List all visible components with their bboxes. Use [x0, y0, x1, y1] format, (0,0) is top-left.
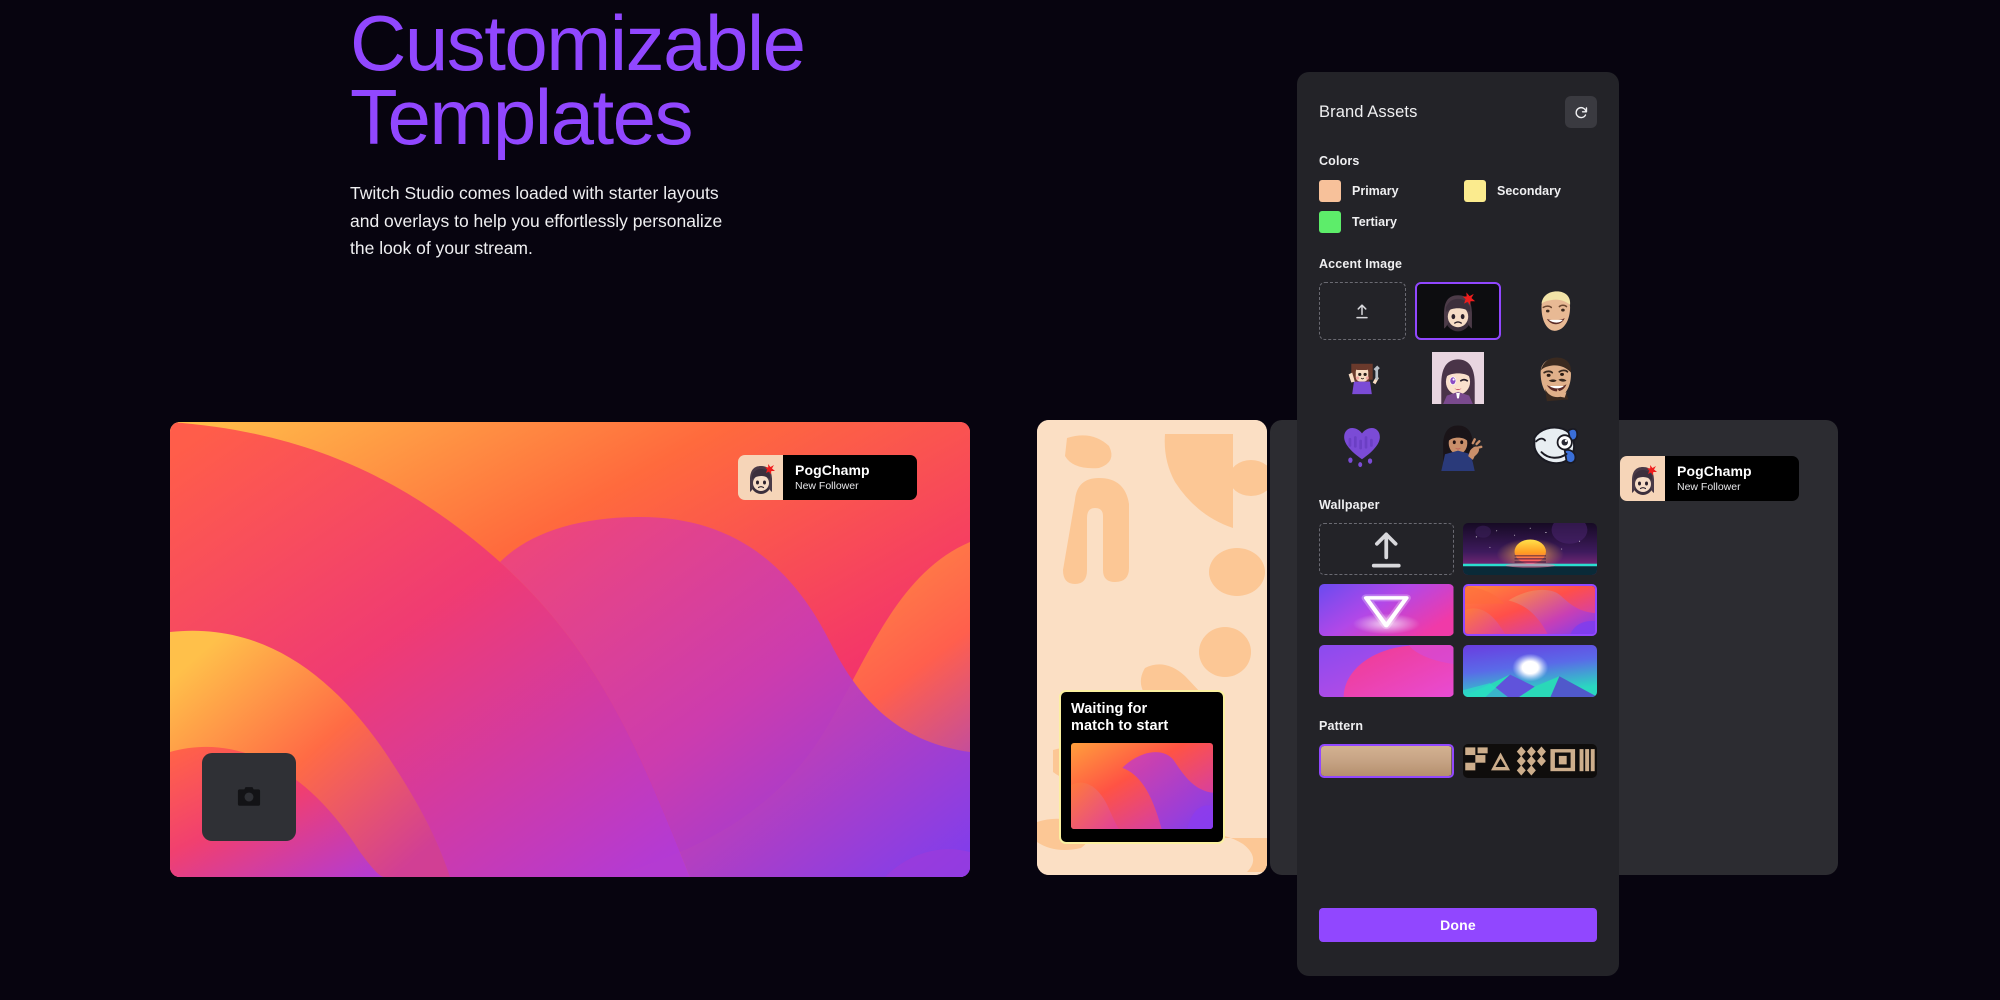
waving-woman-emote — [1441, 425, 1483, 471]
camera-icon — [237, 787, 261, 806]
alert-text: PogChamp New Follower — [783, 455, 917, 500]
color-item-primary[interactable]: Primary — [1319, 180, 1452, 202]
wallpaper-pink-purple-blob — [1319, 645, 1454, 697]
alert-text: PogChamp New Follower — [1665, 456, 1799, 501]
purple-drip-heart-emote — [1344, 428, 1381, 468]
alert-subtitle: New Follower — [1677, 480, 1741, 493]
waiting-card-title: Waiting for match to start — [1071, 701, 1169, 734]
bearded-man-emote — [1540, 357, 1571, 402]
wallpaper-grid — [1319, 523, 1597, 697]
avatar — [738, 455, 783, 500]
color-item-tertiary[interactable]: Tertiary — [1319, 211, 1452, 233]
waiting-card-thumbnail — [1071, 742, 1213, 829]
pattern-label: Pattern — [1319, 719, 1364, 733]
wallpaper-orange-purple-waves — [1464, 586, 1595, 634]
color-item-secondary[interactable]: Secondary — [1464, 180, 1597, 202]
panel-header: Brand Assets — [1297, 72, 1619, 128]
wallpaper-label: Wallpaper — [1319, 498, 1380, 512]
wallpaper-orange-purple-waves[interactable] — [1462, 584, 1597, 636]
alert-username: PogChamp — [1677, 462, 1752, 479]
accent-image-label: Accent Image — [1319, 257, 1403, 271]
anime-angry-emote — [749, 463, 775, 494]
page-subtitle: Twitch Studio comes loaded with starter … — [350, 183, 723, 259]
color-swatch — [1319, 211, 1341, 233]
pattern-section: Pattern — [1297, 719, 1619, 778]
wallpaper-pink-purple-blob[interactable] — [1319, 645, 1454, 697]
wallpaper-teal-moon-mountain — [1462, 645, 1597, 697]
pattern-solid-tan — [1321, 746, 1452, 776]
anime-angry-emote — [1631, 464, 1657, 495]
pattern-solid-tan-pattern[interactable] — [1319, 744, 1454, 778]
pixel-girl-emote — [1348, 363, 1381, 395]
wallpaper-upload-slot[interactable] — [1319, 523, 1454, 575]
accent-image-anime-wink-emote[interactable] — [1415, 349, 1502, 407]
camera-placeholder[interactable] — [202, 753, 296, 841]
panel-title: Brand Assets — [1319, 102, 1418, 121]
colors-section: Colors Primary Secondary Tertiary — [1297, 154, 1619, 233]
accent-image-section: Accent Image — [1297, 257, 1619, 474]
accent-image-grid — [1319, 282, 1597, 474]
accent-image-blonde-man-emote[interactable] — [1510, 282, 1597, 340]
accent-image-pixel-girl-emote[interactable] — [1319, 349, 1406, 407]
color-label: Tertiary — [1352, 215, 1397, 229]
upload-icon — [1371, 532, 1401, 568]
color-swatch — [1319, 180, 1341, 202]
done-button[interactable]: Done — [1319, 908, 1597, 942]
alert-subtitle: New Follower — [795, 479, 859, 492]
wallpaper-section: Wallpaper — [1297, 498, 1619, 697]
follower-alert-card: PogChamp New Follower — [738, 455, 917, 500]
pattern-grid — [1319, 744, 1597, 778]
color-swatch — [1464, 180, 1486, 202]
brand-assets-panel: Brand Assets Colors Primary Secondary Te… — [1297, 72, 1619, 976]
refresh-icon — [1574, 106, 1587, 118]
hero-text-block: Customizable Templates Twitch Studio com… — [350, 0, 970, 263]
wallpaper-retro-sunset — [1462, 523, 1597, 575]
alert-username: PogChamp — [795, 461, 870, 478]
avatar — [1620, 456, 1665, 501]
accent-image-purple-drip-heart-emote[interactable] — [1319, 416, 1406, 474]
anime-angry-emote — [1444, 292, 1476, 332]
pattern-geometric — [1462, 744, 1597, 778]
color-label: Secondary — [1497, 184, 1561, 198]
pattern-geometric-pattern[interactable] — [1462, 744, 1597, 778]
accent-image-bearded-man-emote[interactable] — [1510, 349, 1597, 407]
colors-grid: Primary Secondary Tertiary — [1319, 180, 1597, 233]
wallpaper-neon-triangle — [1319, 584, 1454, 636]
accent-image-upload-slot[interactable] — [1319, 282, 1406, 340]
fish-emote — [1533, 426, 1578, 465]
wallpaper-teal-moon-mountain[interactable] — [1462, 645, 1597, 697]
anime-wink-emote — [1431, 352, 1484, 404]
colors-label: Colors — [1319, 154, 1360, 168]
wallpaper-neon-triangle[interactable] — [1319, 584, 1454, 636]
accent-image-waving-woman-emote[interactable] — [1415, 416, 1502, 474]
follower-alert-card-secondary: PogChamp New Follower — [1620, 456, 1799, 501]
page-title: Customizable Templates — [350, 0, 806, 162]
accent-image-fish-emote[interactable] — [1510, 416, 1597, 474]
panel-scroll-fade — [1297, 872, 1619, 898]
upload-icon — [1356, 304, 1369, 319]
wallpaper-retro-sunset[interactable] — [1462, 523, 1597, 575]
color-label: Primary — [1352, 184, 1399, 198]
waiting-card: Waiting for match to start — [1059, 690, 1225, 844]
refresh-button[interactable] — [1565, 96, 1597, 128]
accent-image-anime-angry-emote[interactable] — [1414, 282, 1502, 340]
blonde-man-emote — [1541, 291, 1570, 331]
